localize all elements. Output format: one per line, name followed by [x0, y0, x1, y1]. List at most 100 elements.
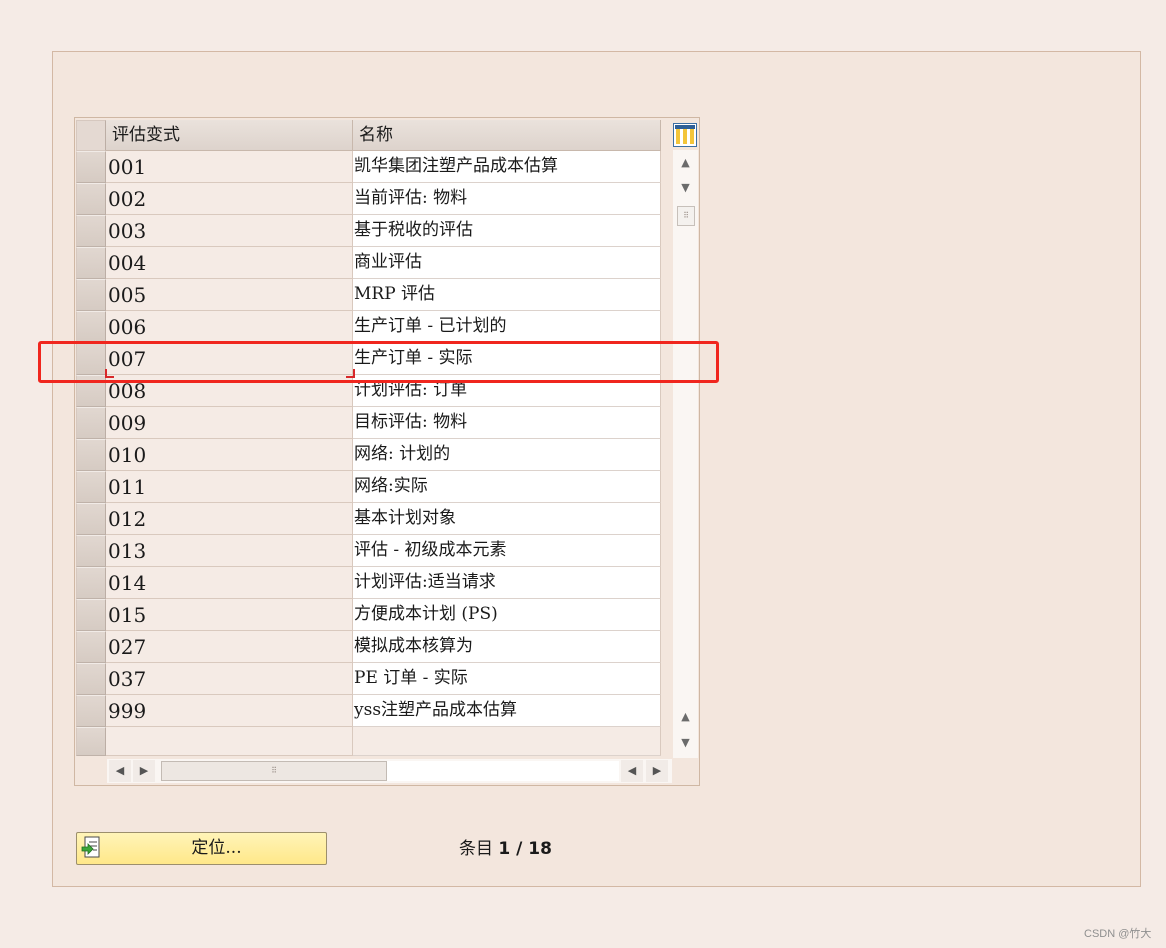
table-row[interactable]: 002 当前评估: 物料 — [76, 183, 661, 215]
row-selector[interactable] — [76, 631, 106, 663]
name-cell[interactable]: 目标评估: 物料 — [353, 407, 661, 439]
table-row[interactable]: 012 基本计划对象 — [76, 503, 661, 535]
valuation-variant-cell[interactable]: 001 — [106, 151, 353, 183]
valuation-variant-cell[interactable]: 013 — [106, 535, 353, 567]
valuation-variant-cell[interactable]: 037 — [106, 663, 353, 695]
row-selector[interactable] — [76, 503, 106, 535]
table-row[interactable]: 027 模拟成本核算为 — [76, 631, 661, 663]
scroll-page-up-icon[interactable]: ▲ — [675, 152, 696, 174]
entry-total: 18 — [528, 839, 552, 859]
row-selector[interactable] — [76, 567, 106, 599]
valuation-variant-cell[interactable]: 011 — [106, 471, 353, 503]
vertical-scroll-thumb[interactable]: ⠿ — [677, 206, 695, 226]
row-selector[interactable] — [76, 695, 106, 727]
name-cell[interactable]: 评估 - 初级成本元素 — [353, 535, 661, 567]
vertical-scrollbar[interactable]: ▲ ▼ ⠿ ▲ ▼ — [673, 150, 698, 758]
empty-cell — [106, 727, 353, 756]
table-row[interactable]: 999 yss注塑产品成本估算 — [76, 695, 661, 727]
scroll-right-end-icon[interactable]: ▶ — [646, 760, 668, 782]
name-cell[interactable]: 模拟成本核算为 — [353, 631, 661, 663]
table-header-row: 评估变式 名称 — [76, 120, 661, 151]
table-row[interactable]: 004 商业评估 — [76, 247, 661, 279]
valuation-variant-cell[interactable]: 002 — [106, 183, 353, 215]
table-row[interactable]: 013 评估 - 初级成本元素 — [76, 535, 661, 567]
scroll-down-icon[interactable]: ▼ — [675, 732, 696, 754]
focus-corner-left — [105, 369, 114, 378]
name-cell[interactable]: 生产订单 - 实际 — [353, 343, 661, 375]
scroll-up-icon[interactable]: ▲ — [675, 706, 696, 728]
valuation-variant-cell[interactable]: 007 — [106, 343, 353, 375]
row-selector[interactable] — [76, 439, 106, 471]
row-selector[interactable] — [76, 279, 106, 311]
table-row[interactable]: 011 网络:实际 — [76, 471, 661, 503]
row-selector[interactable] — [76, 663, 106, 695]
row-selector[interactable] — [76, 247, 106, 279]
valuation-variant-cell[interactable]: 008 — [106, 375, 353, 407]
row-selector[interactable] — [76, 375, 106, 407]
valuation-variant-cell[interactable]: 006 — [106, 311, 353, 343]
locate-button-label: 定位... — [191, 838, 242, 858]
name-cell[interactable]: yss注塑产品成本估算 — [353, 695, 661, 727]
name-cell[interactable]: 基本计划对象 — [353, 503, 661, 535]
name-cell[interactable]: 网络:实际 — [353, 471, 661, 503]
table-row[interactable]: 014 计划评估:适当请求 — [76, 567, 661, 599]
valuation-variant-cell[interactable]: 012 — [106, 503, 353, 535]
row-selector[interactable] — [76, 215, 106, 247]
entry-current: 1 — [498, 839, 511, 859]
name-cell[interactable]: 凯华集团注塑产品成本估算 — [353, 151, 661, 183]
row-selector — [76, 727, 106, 756]
table-row[interactable]: 009 目标评估: 物料 — [76, 407, 661, 439]
table-row[interactable]: 015 方便成本计划 (PS) — [76, 599, 661, 631]
row-selector[interactable] — [76, 471, 106, 503]
name-cell[interactable]: 基于税收的评估 — [353, 215, 661, 247]
name-cell[interactable]: 计划评估: 订单 — [353, 375, 661, 407]
valuation-variant-cell[interactable]: 999 — [106, 695, 353, 727]
valuation-variant-cell[interactable]: 005 — [106, 279, 353, 311]
valuation-variant-cell[interactable]: 009 — [106, 407, 353, 439]
column-header-name[interactable]: 名称 — [353, 120, 661, 151]
valuation-variant-cell[interactable]: 014 — [106, 567, 353, 599]
scroll-left-icon[interactable]: ◀ — [109, 760, 131, 782]
horizontal-scroll-track[interactable] — [387, 761, 619, 781]
table-row[interactable]: 010 网络: 计划的 — [76, 439, 661, 471]
table-row[interactable]: 007 生产订单 - 实际 — [76, 343, 661, 375]
horizontal-scroll-thumb[interactable]: ⠿ — [161, 761, 387, 781]
table-row[interactable]: 006 生产订单 - 已计划的 — [76, 311, 661, 343]
table-row[interactable]: 003 基于税收的评估 — [76, 215, 661, 247]
table-row[interactable]: 001 凯华集团注塑产品成本估算 — [76, 151, 661, 183]
table-row[interactable]: 005 MRP 评估 — [76, 279, 661, 311]
valuation-variant-cell[interactable]: 010 — [106, 439, 353, 471]
valuation-variant-cell[interactable]: 004 — [106, 247, 353, 279]
valuation-variant-cell[interactable]: 015 — [106, 599, 353, 631]
name-cell[interactable]: 当前评估: 物料 — [353, 183, 661, 215]
horizontal-scrollbar[interactable]: ◀ ▶ ⠿ ◀ ▶ — [107, 759, 672, 783]
row-selector[interactable] — [76, 535, 106, 567]
watermark: CSDN @竹大 — [1084, 928, 1152, 940]
column-header-valuation-variant[interactable]: 评估变式 — [106, 120, 353, 151]
name-cell[interactable]: 商业评估 — [353, 247, 661, 279]
scroll-page-down-icon[interactable]: ▼ — [675, 177, 696, 199]
row-selector[interactable] — [76, 343, 106, 375]
row-selector[interactable] — [76, 183, 106, 215]
name-cell[interactable]: 方便成本计划 (PS) — [353, 599, 661, 631]
name-cell[interactable]: 网络: 计划的 — [353, 439, 661, 471]
row-selector[interactable] — [76, 311, 106, 343]
valuation-variant-cell[interactable]: 003 — [106, 215, 353, 247]
name-cell[interactable]: 生产订单 - 已计划的 — [353, 311, 661, 343]
row-selector[interactable] — [76, 407, 106, 439]
name-cell[interactable]: 计划评估:适当请求 — [353, 567, 661, 599]
column-settings-icon[interactable] — [673, 123, 697, 147]
entry-counter: 条目 1 / 18 — [459, 837, 552, 861]
scroll-right-icon[interactable]: ▶ — [133, 760, 155, 782]
row-selector[interactable] — [76, 151, 106, 183]
scroll-left-end-icon[interactable]: ◀ — [621, 760, 643, 782]
row-selector[interactable] — [76, 599, 106, 631]
name-cell[interactable]: MRP 评估 — [353, 279, 661, 311]
table-row[interactable]: 008 计划评估: 订单 — [76, 375, 661, 407]
name-cell[interactable]: PE 订单 - 实际 — [353, 663, 661, 695]
focus-corner-right — [346, 369, 355, 378]
valuation-variant-cell[interactable]: 027 — [106, 631, 353, 663]
select-all-cell[interactable] — [76, 120, 106, 151]
table-row[interactable]: 037 PE 订单 - 实际 — [76, 663, 661, 695]
locate-button[interactable]: 定位... — [76, 832, 327, 865]
